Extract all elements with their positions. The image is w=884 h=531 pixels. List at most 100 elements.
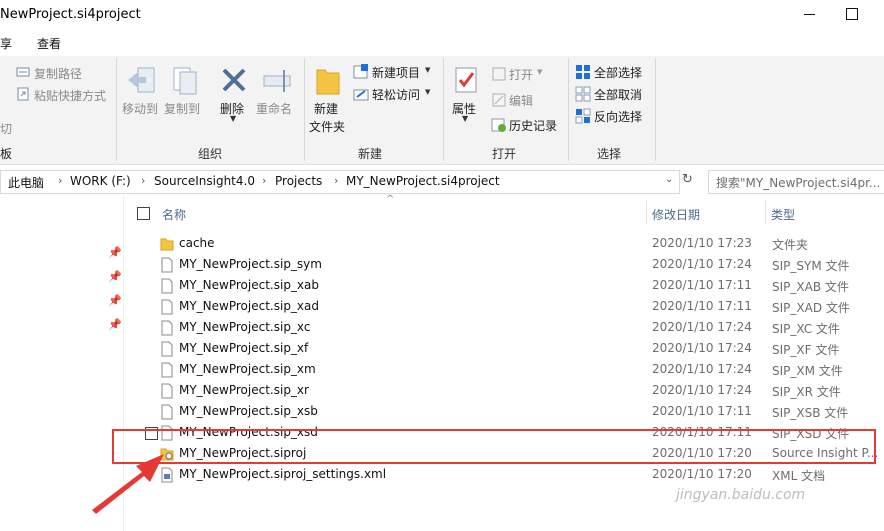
- rename-icon: [263, 70, 291, 92]
- table-row[interactable]: MY_NewProject.sip_sym 2020/1/10 17:24 SIP_…: [0, 254, 884, 275]
- file-type: SIP_XSB 文件: [772, 406, 849, 420]
- file-type: SIP_XAD 文件: [772, 301, 850, 315]
- easy-access-dropdown-icon[interactable]: ▼: [425, 88, 430, 96]
- move-to-label: 移动到: [122, 102, 159, 116]
- copy-path-icon: [16, 67, 30, 77]
- invert-selection-button[interactable]: 反向选择: [575, 108, 647, 124]
- folder-icon: [160, 238, 174, 251]
- new-folder-label-line1: 新建: [314, 102, 339, 116]
- paste-shortcut-label: 粘贴快捷方式: [34, 89, 107, 103]
- new-item-icon: [353, 64, 368, 79]
- annotation-arrow-icon: [92, 454, 164, 514]
- open-icon: [492, 67, 506, 81]
- invert-selection-icon: [575, 108, 591, 124]
- new-item-label: 新建项目: [372, 66, 421, 80]
- breadcrumb-sourceinsight[interactable]: SourceInsight4.0: [154, 174, 255, 188]
- column-separator[interactable]: [765, 200, 766, 224]
- clipboard-group-label-partial: 板: [0, 147, 13, 161]
- file-type: 文件夹: [772, 238, 809, 252]
- file-icon: [161, 341, 173, 357]
- breadcrumb-chevron-icon[interactable]: ›: [58, 174, 62, 187]
- select-all-button[interactable]: 全部选择: [575, 64, 647, 80]
- file-date: 2020/1/10 17:24: [652, 362, 752, 376]
- easy-access-button[interactable]: 轻松访问 ▼: [353, 86, 435, 102]
- breadcrumb-this-pc[interactable]: 此电脑: [8, 174, 44, 191]
- open-button[interactable]: 打开 ▼: [491, 66, 551, 82]
- table-row[interactable]: MY_NewProject.sip_xr 2020/1/10 17:24 SIP_X…: [0, 380, 884, 401]
- new-group-label: 新建: [358, 147, 383, 161]
- properties-dropdown-icon[interactable]: ▼: [462, 114, 468, 123]
- breadcrumb-current-folder[interactable]: MY_NewProject.si4project: [346, 174, 500, 188]
- table-row[interactable]: MY_NewProject.sip_xsb 2020/1/10 17:11 SIP_…: [0, 401, 884, 422]
- file-type: XML 文档: [772, 469, 826, 483]
- file-date: 2020/1/10 17:11: [652, 404, 752, 418]
- new-folder-icon: [316, 69, 340, 95]
- new-item-button[interactable]: 新建项目 ▼: [353, 64, 435, 80]
- maximize-button[interactable]: [846, 8, 858, 20]
- history-button[interactable]: 历史记录: [491, 117, 561, 133]
- properties-button[interactable]: 属性 ▼: [450, 64, 484, 124]
- file-type: SIP_XR 文件: [772, 385, 841, 399]
- minimize-button[interactable]: [800, 6, 820, 24]
- open-dropdown-icon[interactable]: ▼: [537, 68, 542, 76]
- breadcrumb-chevron-icon[interactable]: ›: [141, 174, 145, 187]
- file-type: SIP_XC 文件: [772, 322, 840, 336]
- cut-label-partial[interactable]: 切: [0, 120, 12, 137]
- breadcrumb-chevron-icon[interactable]: ›: [262, 174, 266, 187]
- select-all-icon: [576, 65, 590, 79]
- table-row[interactable]: MY_NewProject.sip_xc 2020/1/10 17:24 SIP_X…: [0, 317, 884, 338]
- sort-ascending-icon: ^: [386, 194, 395, 205]
- refresh-icon[interactable]: ↻: [682, 172, 693, 187]
- column-separator[interactable]: [646, 200, 647, 224]
- organize-group-label: 组织: [198, 147, 223, 161]
- ribbon-separator: [116, 58, 117, 161]
- paste-shortcut-icon: [17, 87, 29, 101]
- history-label: 历史记录: [509, 119, 558, 133]
- breadcrumb-drive[interactable]: WORK (F:): [70, 174, 131, 188]
- file-type: SIP_SYM 文件: [772, 259, 850, 273]
- move-to-button[interactable]: 移动到: [122, 64, 162, 124]
- address-dropdown-icon[interactable]: ⌄: [665, 174, 673, 185]
- search-placeholder[interactable]: 搜索"MY_NewProject.si4pr...: [716, 174, 880, 191]
- delete-button[interactable]: 删除 ▼: [218, 64, 250, 124]
- file-type: SIP_XF 文件: [772, 343, 840, 357]
- select-all-checkbox[interactable]: [137, 207, 150, 220]
- select-all-label: 全部选择: [594, 66, 643, 80]
- edit-label: 编辑: [509, 94, 534, 108]
- tab-view[interactable]: 查看: [37, 35, 61, 52]
- properties-icon: [455, 67, 477, 93]
- file-icon: [161, 278, 173, 294]
- column-header-type[interactable]: 类型: [771, 206, 795, 223]
- file-name: MY_NewProject.siproj_settings.xml: [179, 467, 387, 481]
- highlight-box: [112, 429, 876, 464]
- select-group-label: 选择: [597, 147, 622, 161]
- new-folder-button[interactable]: 新建 文件夹: [309, 64, 349, 136]
- table-row[interactable]: MY_NewProject.sip_xad 2020/1/10 17:11 SIP_…: [0, 296, 884, 317]
- delete-icon: [222, 68, 246, 92]
- table-row[interactable]: MY_NewProject.sip_xf 2020/1/10 17:24 SIP_X…: [0, 338, 884, 359]
- file-icon: [161, 299, 173, 315]
- file-type: SIP_XAB 文件: [772, 280, 849, 294]
- copy-to-button[interactable]: 复制到: [164, 64, 204, 124]
- rename-button[interactable]: 重命名: [256, 64, 298, 124]
- ribbon-separator: [568, 58, 569, 161]
- select-none-label: 全部取消: [594, 88, 643, 102]
- column-header-date[interactable]: 修改日期: [652, 206, 700, 223]
- open-group-label: 打开: [492, 147, 517, 161]
- table-row[interactable]: cache 2020/1/10 17:23 文件夹: [0, 233, 884, 254]
- edit-button[interactable]: 编辑: [491, 92, 551, 108]
- table-row[interactable]: MY_NewProject.sip_xab 2020/1/10 17:11 SIP_…: [0, 275, 884, 296]
- file-date: 2020/1/10 17:24: [652, 383, 752, 397]
- column-header-name[interactable]: 名称: [162, 206, 186, 223]
- breadcrumb-projects[interactable]: Projects: [275, 174, 322, 188]
- select-none-button[interactable]: 全部取消: [575, 86, 647, 102]
- copy-to-icon: [173, 67, 197, 95]
- tab-share[interactable]: 享: [0, 35, 12, 52]
- file-name: MY_NewProject.sip_xsb: [179, 404, 318, 418]
- file-icon: [161, 257, 173, 273]
- table-row[interactable]: MY_NewProject.sip_xm 2020/1/10 17:24 SIP_X…: [0, 359, 884, 380]
- breadcrumb-chevron-icon[interactable]: ›: [334, 174, 338, 187]
- delete-dropdown-icon[interactable]: ▼: [230, 114, 236, 123]
- file-date: 2020/1/10 17:23: [652, 236, 752, 250]
- new-item-dropdown-icon[interactable]: ▼: [425, 66, 430, 74]
